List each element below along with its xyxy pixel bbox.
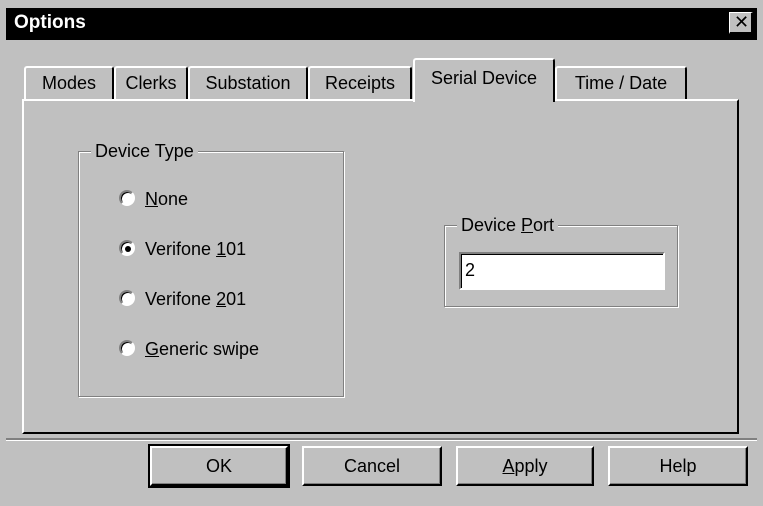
device-port-group: Device Port 2: [444, 213, 678, 307]
device-port-label: Device Port: [457, 213, 559, 237]
ok-button-label: OK: [205, 456, 232, 476]
tab-label: Modes: [41, 73, 97, 93]
radio-button[interactable]: [119, 240, 135, 256]
tab-label: Substation: [205, 73, 291, 93]
tab-receipts[interactable]: Receipts: [308, 66, 412, 100]
device-type-label: Device Type: [91, 139, 198, 163]
radio-button[interactable]: [119, 290, 135, 306]
tab-label: Serial Device: [430, 68, 538, 88]
cancel-button-label: Cancel: [343, 456, 401, 476]
radio-selected-dot: [125, 246, 131, 252]
device-type-group: Device Type None Verifone 101 Verifone 2…: [78, 139, 344, 397]
help-button-label: Help: [659, 456, 697, 476]
help-button[interactable]: Help: [608, 446, 748, 486]
options-dialog: Options ✕ Modes Clerks Substation Receip…: [0, 0, 763, 506]
ok-button[interactable]: OK: [148, 444, 290, 488]
tab-substation[interactable]: Substation: [188, 66, 308, 100]
apply-button-label: Apply: [502, 456, 548, 476]
title-bar[interactable]: Options ✕: [6, 8, 757, 40]
tab-label: Receipts: [324, 73, 396, 93]
tab-modes[interactable]: Modes: [24, 66, 114, 100]
radio-button[interactable]: [119, 340, 135, 356]
radio-label: Verifone 101: [145, 239, 247, 259]
tab-clerks[interactable]: Clerks: [114, 66, 188, 100]
close-button[interactable]: ✕: [729, 12, 753, 34]
radio-button[interactable]: [119, 190, 135, 206]
divider: [6, 438, 757, 441]
tab-label: Clerks: [125, 73, 177, 93]
close-icon: ✕: [734, 12, 750, 33]
active-tab-joint: [415, 98, 553, 104]
tab-serial-device[interactable]: Serial Device: [413, 58, 555, 102]
device-port-input[interactable]: 2: [459, 252, 665, 290]
radio-label: None: [145, 189, 189, 209]
tab-time-date[interactable]: Time / Date: [555, 66, 687, 100]
window-title: Options: [14, 12, 86, 33]
tab-label: Time / Date: [574, 73, 668, 93]
radio-label: Verifone 201: [145, 289, 247, 309]
serial-device-panel: Device Type None Verifone 101 Verifone 2…: [22, 99, 739, 434]
radio-label: Generic swipe: [145, 339, 260, 359]
cancel-button[interactable]: Cancel: [302, 446, 442, 486]
apply-button[interactable]: Apply: [456, 446, 594, 486]
